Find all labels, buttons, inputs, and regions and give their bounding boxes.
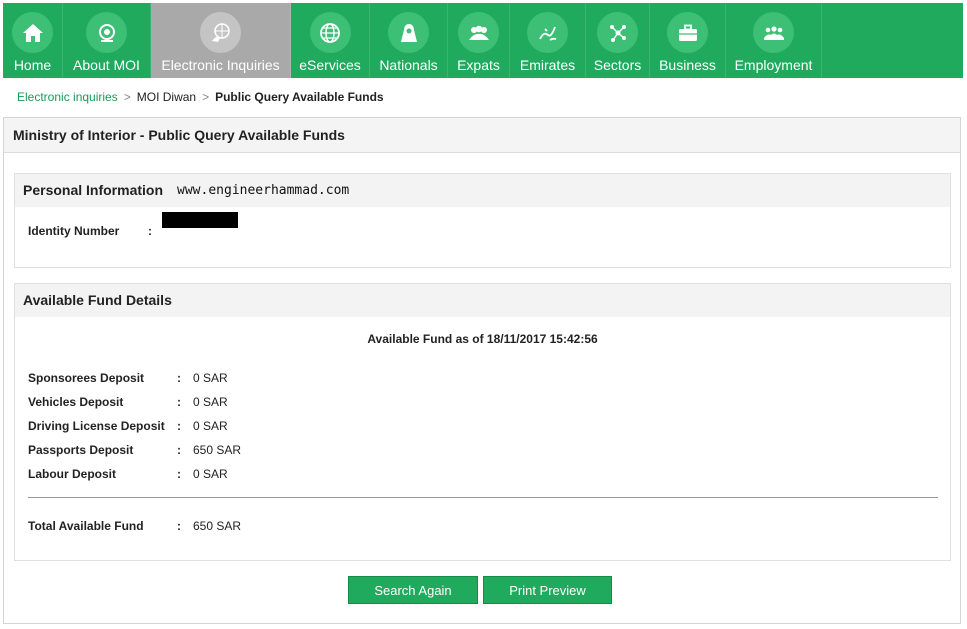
print-preview-button[interactable]: Print Preview <box>483 576 612 604</box>
fund-as-of-timestamp: Available Fund as of 18/11/2017 15:42:56 <box>367 332 598 346</box>
nav-nationals[interactable]: Nationals <box>370 3 448 78</box>
person-icon <box>388 12 429 53</box>
breadcrumb: Electronic inquiries > MOI Diwan > Publi… <box>17 90 384 104</box>
fund-label: Sponsorees Deposit <box>28 371 145 385</box>
colon: : <box>177 395 181 409</box>
nav-label: Home <box>13 57 52 73</box>
redacted-identity-number <box>162 212 238 228</box>
fund-value: 0 SAR <box>193 467 228 481</box>
section-title: Available Fund Details <box>23 292 172 308</box>
nav-eservices[interactable]: eServices <box>291 3 370 78</box>
fund-label: Driving License Deposit <box>28 419 165 433</box>
nav-label: Electronic Inquiries <box>161 57 280 73</box>
globe-hand-icon <box>200 12 241 53</box>
colon: : <box>177 519 181 533</box>
divider <box>28 497 938 498</box>
main-navigation: Home About MOI Electronic Inquiries eSer… <box>3 3 963 78</box>
page-title: Ministry of Interior - Public Query Avai… <box>4 118 960 153</box>
section-title: Personal Information <box>23 182 164 198</box>
personal-info-section: Personal Information www.engineerhammad.… <box>14 173 951 268</box>
total-value: 650 SAR <box>193 519 242 533</box>
search-again-button[interactable]: Search Again <box>348 576 478 604</box>
nav-home[interactable]: Home <box>3 3 63 78</box>
chevron-right-icon: > <box>123 90 131 104</box>
nav-emirates[interactable]: Emirates <box>510 3 586 78</box>
briefcase-icon <box>667 12 708 53</box>
colon: : <box>177 371 181 385</box>
nav-label: Expats <box>457 57 500 73</box>
group-icon <box>458 12 499 53</box>
fund-value: 650 SAR <box>193 443 242 457</box>
total-label: Total Available Fund <box>28 519 144 533</box>
emblem-icon <box>86 12 127 53</box>
identity-number-label: Identity Number <box>28 224 120 238</box>
breadcrumb-current: Public Query Available Funds <box>215 90 384 104</box>
fund-label: Passports Deposit <box>28 443 134 457</box>
fund-details-section: Available Fund Details Available Fund as… <box>14 283 951 561</box>
fund-value: 0 SAR <box>193 419 228 433</box>
colon: : <box>177 419 181 433</box>
nav-label: Emirates <box>519 57 576 73</box>
colon: : <box>177 443 181 457</box>
section-header: Personal Information www.engineerhammad.… <box>15 174 950 207</box>
nav-electronic-inquiries[interactable]: Electronic Inquiries <box>151 3 291 78</box>
nav-about-moi[interactable]: About MOI <box>63 3 151 78</box>
watermark-text: www.engineerhammad.com <box>177 183 350 198</box>
home-icon <box>12 12 53 53</box>
fund-label: Vehicles Deposit <box>28 395 124 409</box>
nav-label: Sectors <box>593 57 642 73</box>
breadcrumb-link-electronic-inquiries[interactable]: Electronic inquiries <box>17 90 118 104</box>
nav-label: eServices <box>299 57 361 73</box>
colon: : <box>177 467 181 481</box>
breadcrumb-link-moi-diwan[interactable]: MOI Diwan <box>137 90 196 104</box>
nav-label: About MOI <box>73 57 140 73</box>
network-icon <box>597 12 638 53</box>
nav-business[interactable]: Business <box>650 3 726 78</box>
nav-expats[interactable]: Expats <box>448 3 510 78</box>
globe-icon <box>309 12 351 53</box>
people-icon <box>753 12 794 53</box>
nav-sectors[interactable]: Sectors <box>586 3 650 78</box>
nav-label: Business <box>659 57 716 73</box>
main-panel: Ministry of Interior - Public Query Avai… <box>3 117 961 624</box>
nav-label: Nationals <box>379 57 438 73</box>
chevron-right-icon: > <box>202 90 210 104</box>
section-header: Available Fund Details <box>15 284 950 317</box>
nav-employment[interactable]: Employment <box>726 3 822 78</box>
fund-label: Labour Deposit <box>28 467 117 481</box>
fund-value: 0 SAR <box>193 371 228 385</box>
colon: : <box>148 224 152 238</box>
nav-label: Employment <box>734 57 813 73</box>
fund-value: 0 SAR <box>193 395 228 409</box>
calligraphy-icon <box>527 12 568 53</box>
